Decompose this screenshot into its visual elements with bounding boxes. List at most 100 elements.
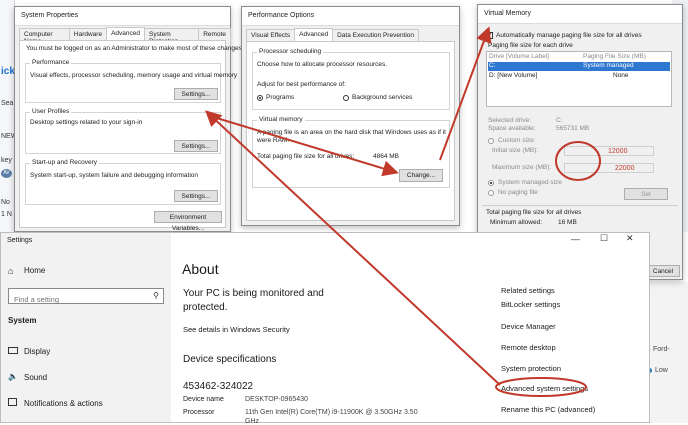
- display-icon: [8, 347, 18, 354]
- close-icon[interactable]: ✕: [626, 233, 634, 244]
- related-settings-title: Related settings: [501, 286, 555, 295]
- minimum-allowed-value: 16 MB: [558, 219, 577, 226]
- total-paging-label: Total paging file size for all drives:: [257, 153, 355, 160]
- paging-header: Paging file size for each drive: [488, 42, 573, 49]
- no-paging-radio[interactable]: [488, 190, 494, 196]
- processor-value: 11th Gen Intel(R) Core(TM) i9-11900K @ 3…: [245, 409, 418, 416]
- bg-text: ick: [1, 66, 15, 77]
- background-services-radio[interactable]: [343, 95, 349, 101]
- performance-group: Performance Visual effects, processor sc…: [25, 59, 237, 103]
- protection-text: Your PC is being monitored and: [183, 288, 324, 299]
- bg-text: Low: [655, 367, 668, 374]
- drive-cell: C:: [489, 62, 496, 69]
- nav-item-display[interactable]: Display: [24, 347, 50, 356]
- user-profiles-settings-button[interactable]: Settings...: [174, 140, 218, 152]
- divider: [482, 205, 678, 206]
- admin-note: You must be logged on as an Administrato…: [26, 45, 244, 52]
- table-row[interactable]: D: [New Volume] None: [488, 72, 670, 81]
- tab-advanced[interactable]: Advanced: [294, 28, 334, 41]
- device-id: 453462-324022: [183, 381, 254, 392]
- max-size-input[interactable]: [564, 163, 654, 173]
- group-description: Desktop settings related to your sign-in: [30, 119, 143, 126]
- advanced-panel: You must be logged on as an Administrato…: [19, 40, 244, 232]
- window-title: Settings: [7, 237, 33, 244]
- advanced-system-settings-link[interactable]: Advanced system settings: [501, 384, 588, 393]
- system-properties-window: System Properties Computer Name Hardware…: [14, 6, 244, 232]
- device-manager-link[interactable]: Device Manager: [501, 322, 556, 331]
- windows-security-link[interactable]: See details in Windows Security: [183, 325, 290, 334]
- auto-manage-checkbox[interactable]: ✓: [486, 32, 493, 39]
- avatar: AV: [1, 169, 12, 178]
- selected-drive-value: C:: [556, 117, 563, 124]
- background-page-left: ick Sea NEW key AV No 1 N: [0, 0, 17, 232]
- search-icon[interactable]: ⚲: [153, 291, 159, 300]
- maximize-icon[interactable]: ☐: [600, 233, 608, 244]
- total-header: Total paging file size for all drives: [486, 209, 582, 216]
- bitlocker-link[interactable]: BitLocker settings: [501, 300, 560, 309]
- sound-icon: 🔈: [8, 372, 18, 381]
- size-cell: None: [613, 72, 629, 79]
- set-button[interactable]: Set: [624, 188, 668, 200]
- advanced-panel: Processor scheduling Choose how to alloc…: [246, 41, 455, 221]
- column-header: Paging File Size (MB): [583, 53, 646, 60]
- group-description: Visual effects, processor scheduling, me…: [30, 72, 238, 79]
- settings-nav: Settings ⌂ Home ⚲ System Display 🔈 Sound…: [1, 233, 171, 422]
- drive-list[interactable]: Drive [Volume Label] Paging File Size (M…: [486, 51, 672, 107]
- max-size-value: 22000: [615, 165, 635, 172]
- window-title: Performance Options: [242, 7, 459, 26]
- group-description: A paging file is an area on the hard dis…: [257, 129, 446, 136]
- environment-variables-button[interactable]: Environment Variables...: [154, 211, 222, 232]
- bg-text: 1 N: [1, 211, 12, 218]
- group-title: Start-up and Recovery: [30, 159, 100, 166]
- rename-pc-link[interactable]: Rename this PC (advanced): [501, 405, 595, 414]
- startup-settings-button[interactable]: Settings...: [174, 190, 218, 202]
- auto-manage-label: Automatically manage paging file size fo…: [496, 32, 642, 39]
- change-button[interactable]: Change...: [399, 169, 443, 182]
- bg-text: key: [1, 157, 12, 164]
- group-description: System start-up, system failure and debu…: [30, 172, 199, 179]
- minimum-allowed-label: Minimum allowed:: [490, 219, 543, 226]
- page-title: About: [182, 261, 219, 277]
- table-row-selected[interactable]: C: System managed: [488, 62, 670, 71]
- column-header: Drive [Volume Label]: [489, 53, 549, 60]
- device-name-label: Device name: [183, 396, 224, 403]
- space-label: Space available:: [488, 125, 536, 132]
- group-title: Processor scheduling: [257, 48, 324, 55]
- home-label[interactable]: Home: [24, 266, 45, 275]
- remote-desktop-link[interactable]: Remote desktop: [501, 343, 556, 352]
- system-managed-radio[interactable]: [488, 180, 494, 186]
- group-title: Performance: [30, 59, 72, 66]
- system-managed-label: System managed size: [498, 179, 562, 186]
- search-box[interactable]: ⚲: [8, 288, 164, 307]
- initial-size-value: 12000: [608, 148, 628, 155]
- startup-recovery-group: Start-up and Recovery System start-up, s…: [25, 159, 221, 205]
- custom-size-label: Custom size:: [498, 137, 536, 144]
- user-profiles-group: User Profiles Desktop settings related t…: [25, 108, 221, 154]
- performance-settings-button[interactable]: Settings...: [174, 88, 218, 100]
- programs-label: Programs: [266, 94, 295, 101]
- minimize-icon[interactable]: —: [571, 234, 580, 244]
- search-input[interactable]: [9, 292, 149, 307]
- programs-radio[interactable]: [257, 95, 263, 101]
- nav-item-sound[interactable]: Sound: [24, 373, 47, 382]
- processor-value: GHz: [245, 418, 259, 425]
- performance-options-window: Performance Options Visual Effects Advan…: [241, 6, 460, 226]
- processor-scheduling-group: Processor scheduling Choose how to alloc…: [252, 48, 450, 110]
- system-protection-link[interactable]: System protection: [501, 364, 561, 373]
- device-specs-title: Device specifications: [183, 354, 277, 365]
- total-paging-value: 4864 MB: [373, 153, 400, 160]
- settings-window: Settings ⌂ Home ⚲ System Display 🔈 Sound…: [0, 232, 650, 425]
- processor-label: Processor: [183, 409, 215, 416]
- protection-text: protected.: [183, 302, 228, 313]
- background-services-label: Background services: [352, 94, 413, 101]
- bg-text: Ford-: [653, 346, 670, 353]
- home-icon[interactable]: ⌂: [8, 266, 13, 276]
- cancel-button[interactable]: Cancel: [646, 265, 680, 277]
- bg-text: Sea: [1, 100, 14, 107]
- nav-item-notifications[interactable]: Notifications & actions: [24, 399, 103, 408]
- device-name-value: DESKTOP-0965430: [245, 396, 308, 403]
- custom-size-radio[interactable]: [488, 138, 494, 144]
- window-title: Virtual Memory: [478, 5, 682, 24]
- group-title: User Profiles: [30, 108, 72, 115]
- initial-size-label: Initial size (MB):: [492, 147, 539, 154]
